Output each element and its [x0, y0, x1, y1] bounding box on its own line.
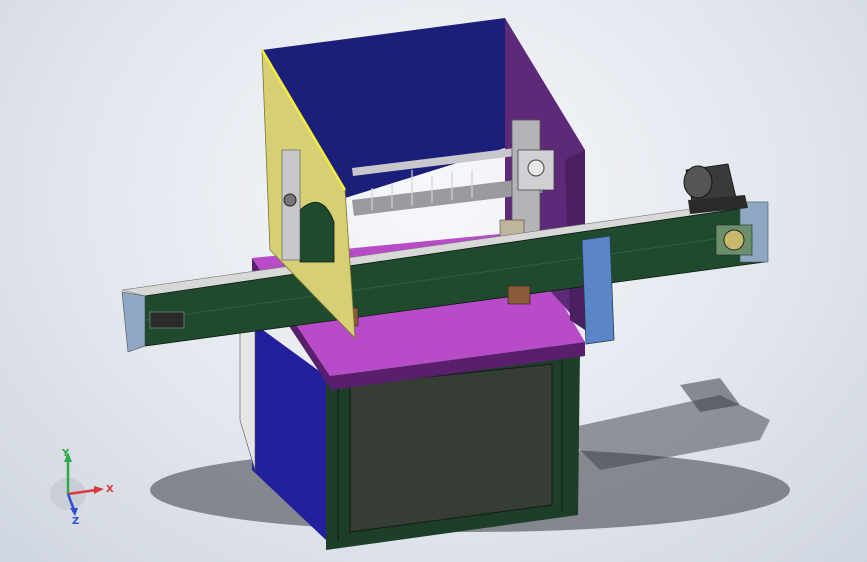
z-axis-label: Z [72, 516, 79, 526]
motor-icon [683, 163, 748, 214]
y-axis-label: Y [61, 448, 70, 459]
cad-viewport[interactable]: Y X Z [0, 0, 867, 562]
coordinate-axes-icon: Y X Z [50, 448, 114, 526]
assembly-model[interactable] [0, 0, 867, 562]
x-axis-label: X [106, 484, 114, 495]
